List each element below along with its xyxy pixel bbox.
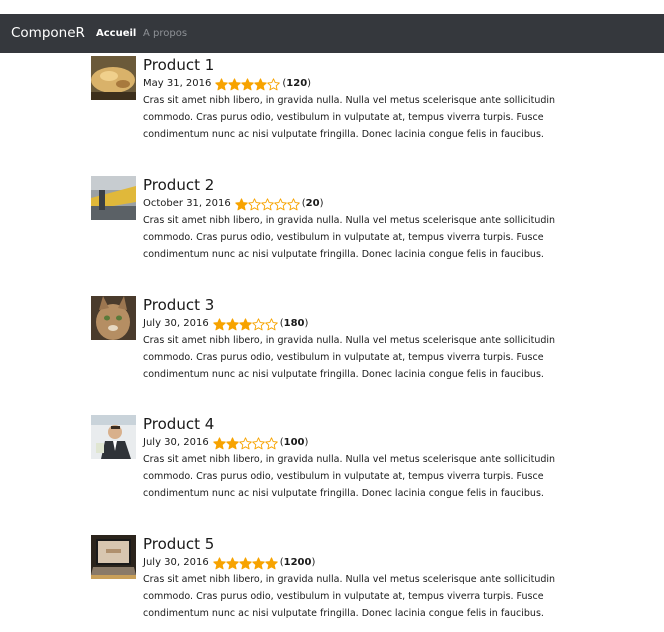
rating-stars (212, 556, 278, 570)
star-empty-icon (251, 317, 265, 330)
star-filled-icon (251, 556, 265, 569)
product-date: May 31, 2016 (143, 78, 212, 89)
star-filled-icon (241, 77, 255, 90)
star-filled-icon (254, 77, 268, 90)
product-thumbnail[interactable] (91, 56, 136, 100)
product-description: Cras sit amet nibh libero, in gravida nu… (143, 574, 556, 619)
navbar: ComponeR Accueil A propos (0, 14, 664, 53)
review-count: (120) (282, 78, 312, 89)
star-filled-icon (212, 317, 226, 330)
star-empty-icon (251, 436, 265, 449)
product-description: Cras sit amet nibh libero, in gravida nu… (143, 215, 556, 260)
product-description: Cras sit amet nibh libero, in gravida nu… (143, 454, 556, 499)
star-filled-icon (225, 317, 239, 330)
nav-link-accueil[interactable]: Accueil (96, 28, 136, 39)
product-date: July 30, 2016 (143, 557, 209, 568)
product-thumbnail[interactable] (91, 176, 136, 220)
star-filled-icon (228, 77, 242, 90)
star-empty-icon (238, 436, 252, 449)
review-count: (1200) (279, 557, 316, 568)
review-count-value: 100 (283, 437, 305, 448)
product-date: October 31, 2016 (143, 198, 231, 209)
product-date: July 30, 2016 (143, 318, 209, 329)
rating-stars (234, 197, 300, 211)
star-filled-icon (225, 436, 239, 449)
brand-link[interactable]: ComponeR (11, 25, 85, 41)
star-filled-icon (215, 77, 229, 90)
review-count: (180) (279, 318, 309, 329)
star-filled-icon (234, 197, 248, 210)
review-count-value: 180 (283, 318, 305, 329)
product-thumbnail[interactable] (91, 535, 136, 579)
star-filled-icon (225, 556, 239, 569)
star-empty-icon (247, 197, 261, 210)
star-filled-icon (212, 436, 226, 449)
star-filled-icon (264, 556, 278, 569)
star-filled-icon (238, 556, 252, 569)
product-description: Cras sit amet nibh libero, in gravida nu… (143, 335, 556, 380)
star-empty-icon (286, 197, 300, 210)
star-empty-icon (267, 77, 281, 90)
product-title[interactable]: Product 1 (143, 56, 567, 75)
review-count-value: 120 (286, 78, 308, 89)
product-title[interactable]: Product 5 (143, 535, 567, 554)
star-filled-icon (238, 317, 252, 330)
rating-stars (212, 317, 278, 331)
product-title[interactable]: Product 4 (143, 415, 567, 434)
rating-stars (212, 436, 278, 450)
review-count: (100) (279, 437, 309, 448)
product-thumbnail[interactable] (91, 296, 136, 340)
product-title[interactable]: Product 2 (143, 176, 567, 195)
star-filled-icon (212, 556, 226, 569)
star-empty-icon (260, 197, 274, 210)
star-empty-icon (273, 197, 287, 210)
rating-stars (215, 77, 281, 91)
product-title[interactable]: Product 3 (143, 296, 567, 315)
star-empty-icon (264, 317, 278, 330)
product-description: Cras sit amet nibh libero, in gravida nu… (143, 95, 556, 140)
review-count-value: 20 (305, 198, 320, 209)
product-thumbnail[interactable] (91, 415, 136, 459)
review-count-value: 1200 (283, 557, 312, 568)
nav-link-a-propos[interactable]: A propos (143, 28, 187, 39)
star-empty-icon (264, 436, 278, 449)
product-date: July 30, 2016 (143, 437, 209, 448)
review-count: (20) (301, 198, 324, 209)
